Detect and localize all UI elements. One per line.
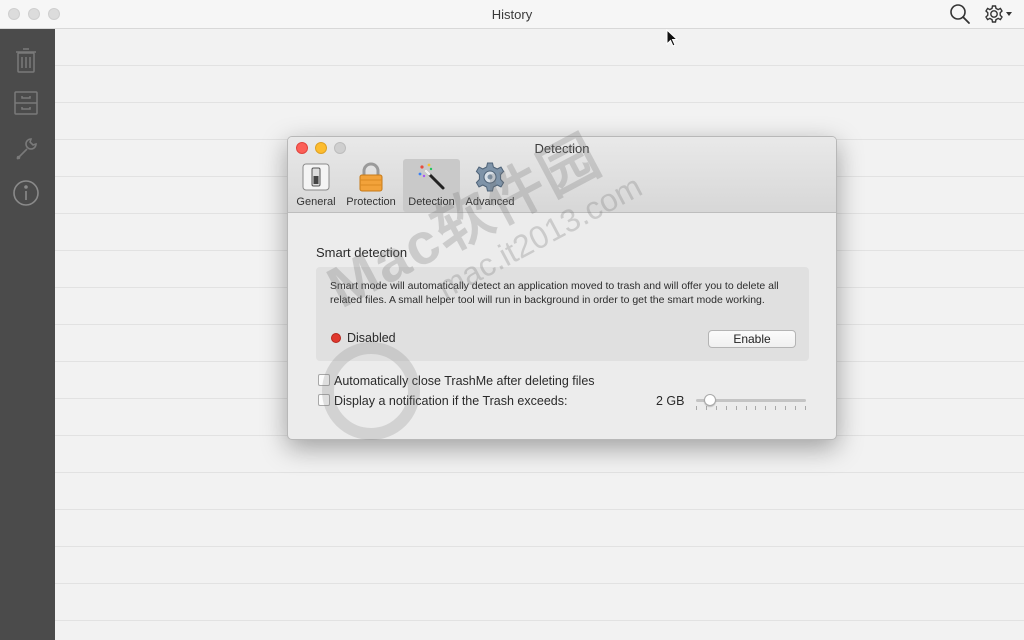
info-icon bbox=[13, 180, 39, 206]
notify-option: Display a notification if the Trash exce… bbox=[318, 394, 567, 408]
tab-advanced-label: Advanced bbox=[465, 196, 515, 208]
chevron-down-icon bbox=[1006, 12, 1012, 16]
tab-general[interactable]: General bbox=[293, 159, 339, 212]
slider-tick bbox=[696, 406, 697, 410]
smart-detection-heading: Smart detection bbox=[316, 245, 408, 260]
tab-detection-label: Detection bbox=[408, 196, 455, 208]
slider-tick bbox=[765, 406, 766, 410]
sidebar-item-info[interactable] bbox=[12, 179, 40, 207]
slider-tick bbox=[795, 406, 796, 410]
slider-tick bbox=[716, 406, 717, 410]
slider-tick bbox=[726, 406, 727, 410]
slider-tick bbox=[785, 406, 786, 410]
trash-size-slider[interactable] bbox=[694, 392, 808, 412]
padlock-icon bbox=[359, 162, 383, 192]
settings-menu-button[interactable] bbox=[982, 3, 1016, 25]
tab-protection-label: Protection bbox=[346, 196, 396, 208]
auto-close-checkbox[interactable] bbox=[318, 374, 330, 386]
gear-icon bbox=[475, 162, 505, 192]
sidebar bbox=[0, 29, 55, 640]
notify-label: Display a notification if the Trash exce… bbox=[334, 394, 568, 408]
slider-knob[interactable] bbox=[704, 394, 716, 406]
slider-tick bbox=[736, 406, 737, 410]
search-button[interactable] bbox=[948, 3, 972, 25]
dialog-toolbar: Detection General Protection Detection A… bbox=[288, 137, 836, 213]
smart-detection-panel: Smart mode will automatically detect an … bbox=[316, 267, 809, 361]
magic-wand-icon bbox=[418, 163, 444, 190]
window-title: History bbox=[491, 7, 533, 22]
sidebar-item-trash[interactable] bbox=[12, 46, 40, 74]
status-indicator-icon bbox=[331, 333, 341, 343]
slider-tick bbox=[775, 406, 776, 410]
smart-detection-status: Disabled bbox=[347, 331, 396, 345]
slider-tick bbox=[746, 406, 747, 410]
mouse-cursor-icon bbox=[666, 29, 678, 47]
enable-button[interactable]: Enable bbox=[708, 330, 796, 348]
trash-size-value: 2 GB bbox=[656, 394, 685, 408]
smart-detection-description: Smart mode will automatically detect an … bbox=[330, 280, 779, 306]
slider-tick bbox=[805, 406, 806, 410]
archive-icon bbox=[14, 91, 38, 115]
slider-tick bbox=[755, 406, 756, 410]
wrench-icon bbox=[16, 138, 37, 160]
auto-close-option: Automatically close TrashMe after deleti… bbox=[318, 374, 595, 388]
tab-advanced[interactable]: Advanced bbox=[462, 159, 518, 212]
dialog-title: Detection bbox=[534, 141, 590, 156]
notify-checkbox[interactable] bbox=[318, 394, 330, 406]
window-titlebar: History bbox=[0, 0, 1024, 29]
search-icon bbox=[950, 4, 970, 24]
slider-tick bbox=[706, 406, 707, 410]
sidebar-item-archive[interactable] bbox=[12, 89, 40, 117]
gear-icon bbox=[985, 5, 1012, 23]
auto-close-label: Automatically close TrashMe after deleti… bbox=[334, 374, 595, 388]
tab-general-label: General bbox=[296, 196, 336, 208]
preferences-dialog: Detection General Protection Detection A… bbox=[287, 136, 837, 440]
tab-protection[interactable]: Protection bbox=[341, 159, 401, 212]
slider-ticks bbox=[696, 406, 806, 410]
tab-detection[interactable]: Detection bbox=[403, 159, 460, 212]
general-switch-icon bbox=[302, 163, 330, 191]
trash-icon bbox=[16, 48, 36, 73]
sidebar-item-tools[interactable] bbox=[12, 135, 40, 163]
